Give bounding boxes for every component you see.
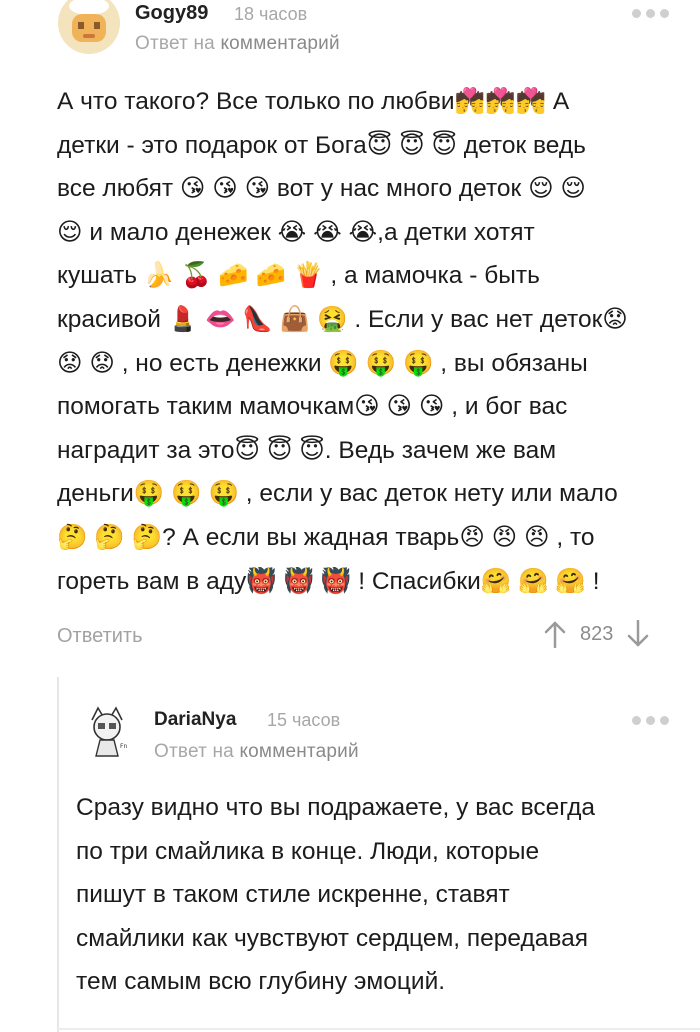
reply-button[interactable]: Ответить xyxy=(57,625,143,648)
comment-line: 🤔 🤔 🤔? А если вы жадная тварь😠 😠 😠 , то xyxy=(57,523,595,551)
avatar[interactable] xyxy=(58,0,120,54)
comment-line: помогать таким мамочкам😘 😘 😘 , и бог вас xyxy=(57,393,568,421)
reply-prefix: Ответ на xyxy=(154,741,234,762)
comment-line: кушать 🍌 🍒 🧀 🧀 🍟 , а мамочка - быть xyxy=(57,262,540,290)
timestamp: 18 часов xyxy=(234,4,308,24)
comment-line: гореть вам в аду👹 👹 👹 ! Спасибки🤗 🤗 🤗 ! xyxy=(57,567,600,595)
avatar[interactable]: Fn xyxy=(78,702,136,760)
comment-line: красивой 💄 👄 👠 👜 🤮 . Если у вас нет дето… xyxy=(57,305,628,333)
user-avatar-icon: Fn xyxy=(79,703,135,759)
comment-line: 😌 и мало денежек 😭 😭 😭,а детки хотят xyxy=(57,218,535,246)
comment-line: по три смайлика в конце. Люди, которые xyxy=(76,837,540,865)
comment-line: все любят 😘 😘 😘 вот у нас много деток 😌 … xyxy=(57,175,586,203)
comment-line: тем самым всю глубину эмоций. xyxy=(76,968,446,996)
username[interactable]: Gogy89 xyxy=(135,2,208,25)
reply-to-line: Ответ на комментарий xyxy=(135,33,340,55)
comment-line: пишут в таком стиле искренне, ставят xyxy=(76,881,510,909)
reply-to-comment-link[interactable]: комментарий xyxy=(220,33,339,54)
rating-block: 823 xyxy=(544,620,649,648)
upvote-arrow-icon[interactable] xyxy=(544,620,566,648)
comment-line: Сразу видно что вы подражаете, у вас все… xyxy=(76,794,595,821)
comment-line: А что такого? Все только по любви💏💏💏 А xyxy=(57,88,570,115)
reply-prefix: Ответ на xyxy=(135,33,215,54)
reply-to-line: Ответ на комментарий xyxy=(154,741,359,763)
timestamp: 15 часов xyxy=(267,710,341,730)
comment-line: 😟 😟 , но есть денежки 🤑 🤑 🤑 , вы обязаны xyxy=(57,349,588,377)
bottom-divider xyxy=(57,1028,700,1030)
rating-count: 823 xyxy=(580,622,614,645)
more-options-icon[interactable] xyxy=(632,716,669,725)
downvote-arrow-icon[interactable] xyxy=(627,620,649,648)
username[interactable]: DariaNya xyxy=(154,709,236,731)
thread-divider xyxy=(57,677,59,1032)
more-options-icon[interactable] xyxy=(632,9,669,18)
svg-text:Fn: Fn xyxy=(120,743,127,750)
comment-line: деньги🤑 🤑 🤑 , если у вас деток нету или … xyxy=(57,480,618,508)
reply-to-comment-link[interactable]: комментарий xyxy=(239,741,358,762)
comment-line: детки - это подарок от Бога😇 😇 😇 деток в… xyxy=(57,131,586,159)
comment-body: А что такого? Все только по любви💏💏💏 А д… xyxy=(57,80,697,603)
comment-line: наградит за это😇 😇 😇. Ведь зачем же вам xyxy=(57,436,557,464)
comment-line: смайлики как чувствуют сердцем, передава… xyxy=(76,924,589,952)
user-avatar-icon xyxy=(58,0,120,54)
comment-body: Сразу видно что вы подражаете, у вас все… xyxy=(76,786,696,1004)
